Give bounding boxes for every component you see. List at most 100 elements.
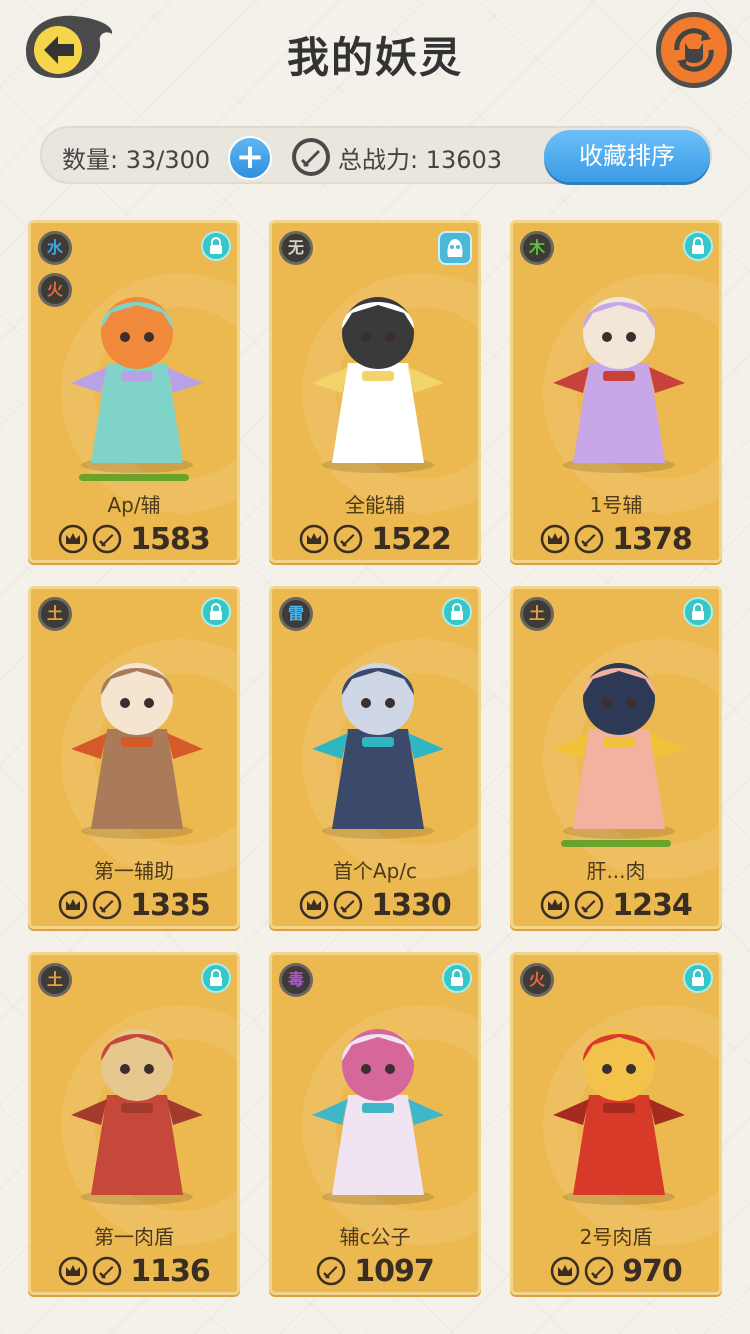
element-badge: 无 xyxy=(279,231,313,265)
card-footer: 1335 xyxy=(31,885,237,925)
padlock-glyph xyxy=(692,237,704,254)
spirit-power: 1330 xyxy=(371,887,451,923)
element-badge: 水 xyxy=(38,231,72,265)
sword-icon xyxy=(575,890,604,920)
sword-icon xyxy=(575,524,604,554)
page-title: 我的妖灵 xyxy=(286,33,463,82)
spirit-name: 2号肉盾 xyxy=(579,1225,653,1249)
spirit-portrait xyxy=(553,1029,685,1205)
sword-icon xyxy=(93,1256,122,1286)
card-footer: 1583 xyxy=(31,519,237,559)
spirit-card[interactable]: 土肝...肉 1234 xyxy=(510,586,722,929)
spirit-name: 全能辅 xyxy=(345,493,405,517)
spirit-card[interactable]: 毒辅c公子 1097 xyxy=(269,952,481,1295)
sword-icon xyxy=(584,1256,614,1286)
spirit-name: 肝...肉 xyxy=(586,859,646,883)
expand-capacity-button[interactable]: + xyxy=(228,136,272,180)
element-badge: 土 xyxy=(38,597,72,631)
hp-fill xyxy=(561,840,671,847)
spirit-power: 1136 xyxy=(130,1253,210,1289)
spirit-card[interactable]: 木 1号辅 1378 xyxy=(510,220,722,563)
card-footer: 970 xyxy=(513,1251,719,1291)
spirit-portrait xyxy=(312,663,444,839)
spirit-portrait xyxy=(71,1029,203,1205)
spirit-glyph xyxy=(447,239,463,257)
spirit-power: 1234 xyxy=(612,887,692,923)
padlock-glyph xyxy=(692,603,704,620)
header: 我的妖灵 xyxy=(0,0,750,110)
spirit-portrait xyxy=(312,297,444,473)
spirit-card[interactable]: 土第一肉盾 1136 xyxy=(28,952,240,1295)
sword-icon xyxy=(93,890,122,920)
lock-icon[interactable] xyxy=(442,963,472,993)
lock-icon[interactable] xyxy=(683,963,713,993)
spirit-power: 970 xyxy=(622,1253,683,1289)
spirit-card[interactable]: 土第一辅助 1335 xyxy=(28,586,240,929)
crown-icon xyxy=(541,524,570,554)
lock-icon[interactable] xyxy=(201,231,231,261)
favorite-sort-button[interactable]: 收藏排序 xyxy=(544,130,710,182)
card-footer: 1234 xyxy=(513,885,719,925)
sword-icon xyxy=(317,1256,346,1286)
padlock-glyph xyxy=(451,969,463,986)
spirit-name: 辅c公子 xyxy=(339,1225,411,1249)
spirit-portrait xyxy=(312,1029,444,1205)
card-footer: 1378 xyxy=(513,519,719,559)
crown-icon xyxy=(59,890,88,920)
spirit-name: 1号辅 xyxy=(589,493,643,517)
hp-bar xyxy=(561,840,671,847)
total-power: 总战力: 13603 xyxy=(338,146,503,174)
refresh-button[interactable] xyxy=(656,12,732,88)
hp-bar xyxy=(79,474,189,481)
spirit-power: 1335 xyxy=(130,887,210,923)
refresh-cat-icon xyxy=(674,28,714,72)
spirit-card[interactable]: 火 2号肉盾 970 xyxy=(510,952,722,1295)
element-badge: 土 xyxy=(38,963,72,997)
spirit-name: 第一肉盾 xyxy=(94,1225,174,1249)
lock-icon[interactable] xyxy=(201,597,231,627)
lock-icon[interactable] xyxy=(201,963,231,993)
padlock-glyph xyxy=(692,969,704,986)
sword-icon xyxy=(292,138,330,176)
crown-icon xyxy=(550,1256,580,1286)
spirit-card[interactable]: 雷首个Ap/c 1330 xyxy=(269,586,481,929)
stats-bar: 数量: 33/300 + 总战力: 13603 收藏排序 xyxy=(40,126,712,184)
card-footer: 1330 xyxy=(272,885,478,925)
padlock-glyph xyxy=(210,237,222,254)
spirit-portrait xyxy=(553,663,685,839)
card-footer: 1097 xyxy=(272,1251,478,1291)
crown-icon xyxy=(300,890,329,920)
element-badge: 木 xyxy=(520,231,554,265)
spirit-portrait xyxy=(553,297,685,473)
spirit-power: 1378 xyxy=(612,521,692,557)
spirit-card[interactable]: 无全能辅 1522 xyxy=(269,220,481,563)
crown-icon xyxy=(541,890,570,920)
lock-icon[interactable] xyxy=(442,597,472,627)
crown-icon xyxy=(59,1256,88,1286)
crown-icon xyxy=(59,524,88,554)
spirit-power: 1583 xyxy=(130,521,210,557)
spirit-count: 数量: 33/300 xyxy=(62,146,211,174)
card-footer: 1136 xyxy=(31,1251,237,1291)
hp-fill xyxy=(79,474,189,481)
sword-icon xyxy=(334,524,363,554)
sword-icon xyxy=(93,524,122,554)
spirit-power: 1097 xyxy=(354,1253,434,1289)
card-footer: 1522 xyxy=(272,519,478,559)
padlock-glyph xyxy=(210,969,222,986)
element-badge: 毒 xyxy=(279,963,313,997)
lock-icon[interactable] xyxy=(683,231,713,261)
element-badge: 雷 xyxy=(279,597,313,631)
crown-icon xyxy=(300,524,329,554)
spirit-name: 首个Ap/c xyxy=(332,859,418,883)
sword-icon xyxy=(334,890,363,920)
element-badge: 火 xyxy=(38,273,72,307)
element-badge: 火 xyxy=(520,963,554,997)
lock-icon[interactable] xyxy=(683,597,713,627)
spirit-name: 第一辅助 xyxy=(94,859,174,883)
spirit-power: 1522 xyxy=(371,521,451,557)
spirit-grid: 水火 Ap/辅 1583 无全能辅 1522 木 1号辅 1378 土第一辅助 1335 雷首个Ap… xyxy=(28,220,722,1296)
element-badge: 土 xyxy=(520,597,554,631)
spirit-card[interactable]: 水火 Ap/辅 1583 xyxy=(28,220,240,563)
spirit-icon[interactable] xyxy=(438,231,472,265)
